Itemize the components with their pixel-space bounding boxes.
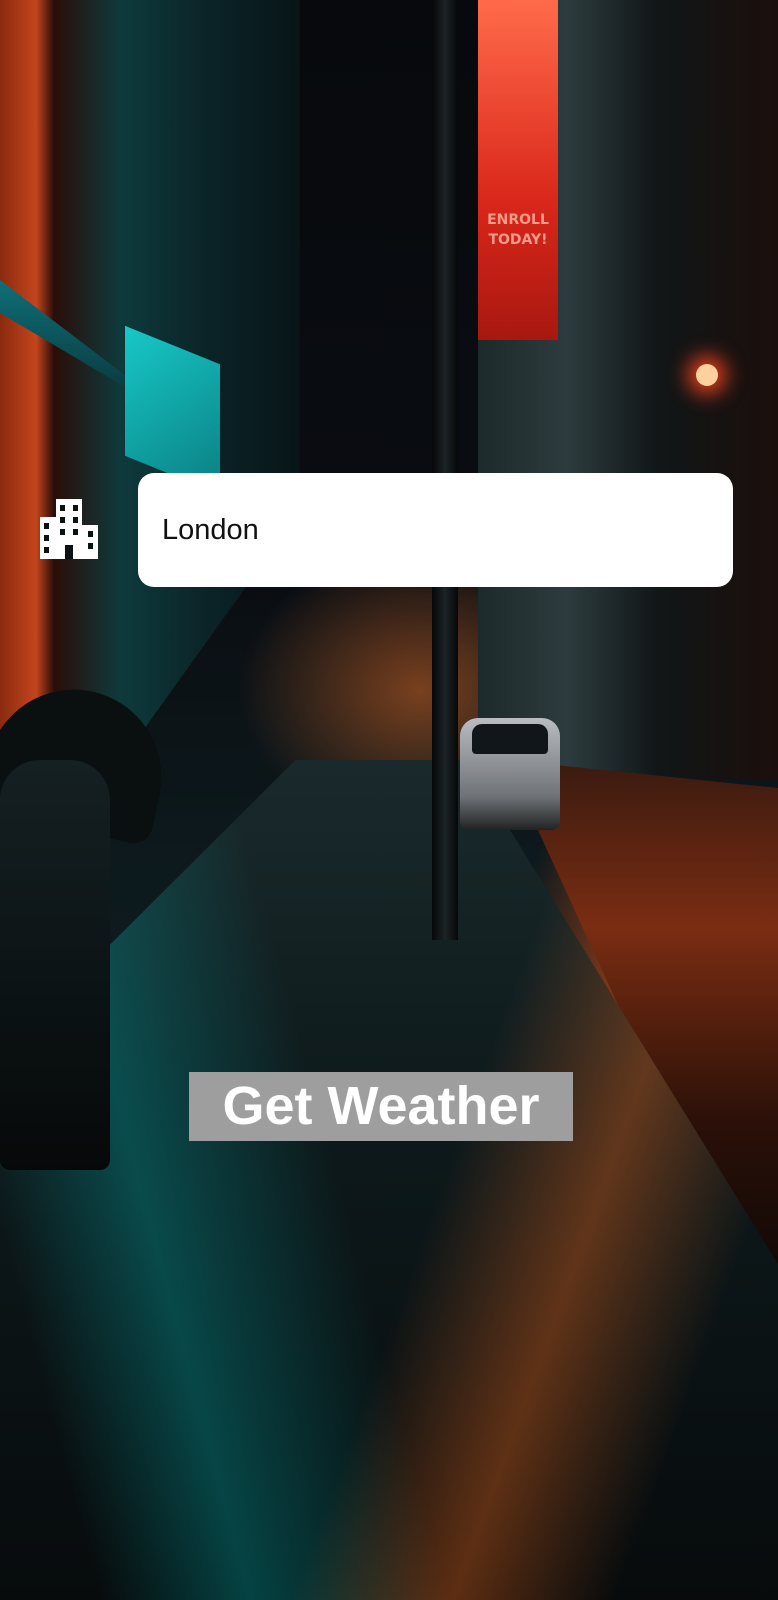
get-weather-button[interactable]: Get Weather — [189, 1072, 573, 1141]
background-person — [0, 760, 110, 1170]
background-banner-text: ENROLL TODAY! — [487, 212, 549, 248]
background-car-window — [472, 724, 548, 754]
weather-screen: ENROLL TODAY! London Get Weather — [0, 0, 778, 1600]
background-traffic-light — [696, 364, 718, 386]
city-buildings-icon — [40, 499, 98, 559]
city-input[interactable] — [162, 513, 709, 547]
background-lamp-pole — [432, 0, 458, 940]
background-banner — [478, 0, 558, 340]
city-field-container[interactable] — [138, 473, 733, 587]
background-photo: ENROLL TODAY! — [0, 0, 778, 1600]
